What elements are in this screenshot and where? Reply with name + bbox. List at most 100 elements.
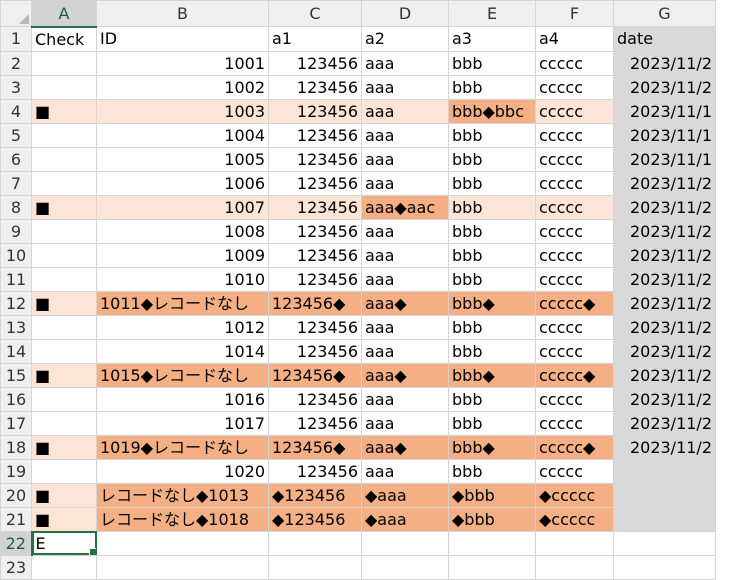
cell-id[interactable]: 1007	[96, 194, 269, 220]
cell-a3[interactable]: bbb◆	[448, 290, 536, 316]
cell-a3[interactable]: bbb	[448, 194, 536, 220]
row-header[interactable]: 23	[0, 554, 32, 580]
cell-a2[interactable]: aaa	[361, 410, 449, 436]
cell-a3[interactable]: bbb	[448, 458, 536, 484]
cell-a3[interactable]: bbb	[448, 74, 536, 100]
cell-a4[interactable]: ◆ccccc	[535, 506, 614, 532]
cell-a2[interactable]: aaa	[361, 242, 449, 268]
cell-a4[interactable]: ccccc	[535, 194, 614, 220]
cell-id[interactable]	[96, 554, 269, 580]
row-header[interactable]: 2	[0, 50, 32, 76]
cell-a2[interactable]: aaa	[361, 266, 449, 292]
cell-id[interactable]: 1011◆レコードなし	[96, 290, 269, 316]
cell-check[interactable]	[31, 386, 97, 412]
row-header[interactable]: 3	[0, 74, 32, 100]
cell-id[interactable]: 1019◆レコードなし	[96, 434, 269, 460]
cell-date[interactable]: 2023/11/1	[613, 98, 716, 124]
cell-check[interactable]	[31, 338, 97, 364]
cell-check[interactable]: ■	[31, 194, 97, 220]
cell-id[interactable]: 1003	[96, 98, 269, 124]
row-header[interactable]: 20	[0, 482, 32, 508]
column-header-c[interactable]: C	[268, 0, 362, 27]
cell-a2[interactable]: aaa	[361, 146, 449, 172]
cell-date[interactable]: 2023/11/2	[613, 410, 716, 436]
cell-date[interactable]	[613, 530, 716, 556]
cell-a2[interactable]	[361, 530, 449, 556]
cell-a2[interactable]	[361, 554, 449, 580]
cell-a4[interactable]: ccccc	[535, 266, 614, 292]
cell-id[interactable]: レコードなし◆1018	[96, 506, 269, 532]
cell-a1[interactable]: 123456	[268, 314, 362, 340]
row-header[interactable]: 16	[0, 386, 32, 412]
cell-a2[interactable]: aaa◆aac	[361, 194, 449, 220]
cell-id[interactable]: レコードなし◆1013	[96, 482, 269, 508]
cell-id[interactable]: 1002	[96, 74, 269, 100]
cell-a3[interactable]: bbb	[448, 170, 536, 196]
cell-a2[interactable]: aaa	[361, 98, 449, 124]
cell-a2[interactable]: ◆aaa	[361, 482, 449, 508]
cell-id[interactable]: 1020	[96, 458, 269, 484]
cell-a4[interactable]: ccccc	[535, 338, 614, 364]
cell-a2[interactable]: aaa	[361, 314, 449, 340]
cell-id[interactable]	[96, 530, 269, 556]
cell-date[interactable]: 2023/11/2	[613, 218, 716, 244]
cell-a2[interactable]: aaa◆	[361, 362, 449, 388]
cell-a3[interactable]	[448, 554, 536, 580]
cell-id[interactable]: 1017	[96, 410, 269, 436]
cell-a1[interactable]: 123456	[268, 50, 362, 76]
cell-a1[interactable]: 123456	[268, 386, 362, 412]
cell-check[interactable]	[31, 74, 97, 100]
cell-a1[interactable]	[268, 554, 362, 580]
cell-a1[interactable]: 123456	[268, 410, 362, 436]
column-header-a[interactable]: A	[31, 0, 97, 28]
cell-a1[interactable]: 123456	[268, 194, 362, 220]
cell-check[interactable]	[31, 314, 97, 340]
cell-a2[interactable]: ◆aaa	[361, 506, 449, 532]
cell-check[interactable]: ■	[31, 482, 97, 508]
cell-a1[interactable]: 123456◆	[268, 434, 362, 460]
cell-date[interactable]: 2023/11/2	[613, 194, 716, 220]
cell-a2[interactable]: aaa	[361, 458, 449, 484]
cell-date[interactable]: 2023/11/2	[613, 50, 716, 76]
cell-check[interactable]: ■	[31, 506, 97, 532]
cell-a1[interactable]: 123456	[268, 170, 362, 196]
row-header[interactable]: 17	[0, 410, 32, 436]
row-header[interactable]: 9	[0, 218, 32, 244]
cell-check[interactable]: ■	[31, 290, 97, 316]
cell-a1[interactable]: 123456	[268, 146, 362, 172]
cell-check[interactable]	[31, 50, 97, 76]
cell-date[interactable]	[613, 506, 716, 532]
cell-a2[interactable]: aaa	[361, 122, 449, 148]
cell-a3[interactable]: ◆bbb	[448, 506, 536, 532]
cell-id[interactable]: 1012	[96, 314, 269, 340]
cell-a1[interactable]: ◆123456	[268, 482, 362, 508]
cell-a1[interactable]: 123456	[268, 266, 362, 292]
select-all-corner[interactable]	[0, 0, 32, 27]
cell-check[interactable]: ■	[31, 362, 97, 388]
row-header[interactable]: 18	[0, 434, 32, 460]
cell-a4[interactable]: ccccc◆	[535, 290, 614, 316]
cell-a1[interactable]: 123456	[268, 458, 362, 484]
row-header[interactable]: 4	[0, 98, 32, 124]
cell-check[interactable]: ■	[31, 98, 97, 124]
cell-a3[interactable]: bbb	[448, 50, 536, 76]
cell-date[interactable]: 2023/11/1	[613, 122, 716, 148]
column-header-g[interactable]: G	[613, 0, 716, 27]
cell-a1-header[interactable]: a1	[268, 26, 362, 52]
cell-a2[interactable]: aaa	[361, 74, 449, 100]
cell-a3[interactable]: bbb	[448, 338, 536, 364]
fill-handle[interactable]	[89, 547, 96, 554]
cell-check[interactable]	[31, 146, 97, 172]
cell-date[interactable]: 2023/11/1	[613, 146, 716, 172]
cell-a3[interactable]: bbb	[448, 122, 536, 148]
cell-check[interactable]	[31, 170, 97, 196]
cell-date[interactable]: 2023/11/2	[613, 170, 716, 196]
cell-a4[interactable]: ccccc	[535, 50, 614, 76]
cell-date[interactable]: 2023/11/2	[613, 362, 716, 388]
cell-a2[interactable]: aaa◆	[361, 434, 449, 460]
cell-a1[interactable]: 123456	[268, 74, 362, 100]
column-header-b[interactable]: B	[96, 0, 269, 27]
cell-id[interactable]: 1014	[96, 338, 269, 364]
cell-a1[interactable]	[268, 530, 362, 556]
row-header[interactable]: 12	[0, 290, 32, 316]
